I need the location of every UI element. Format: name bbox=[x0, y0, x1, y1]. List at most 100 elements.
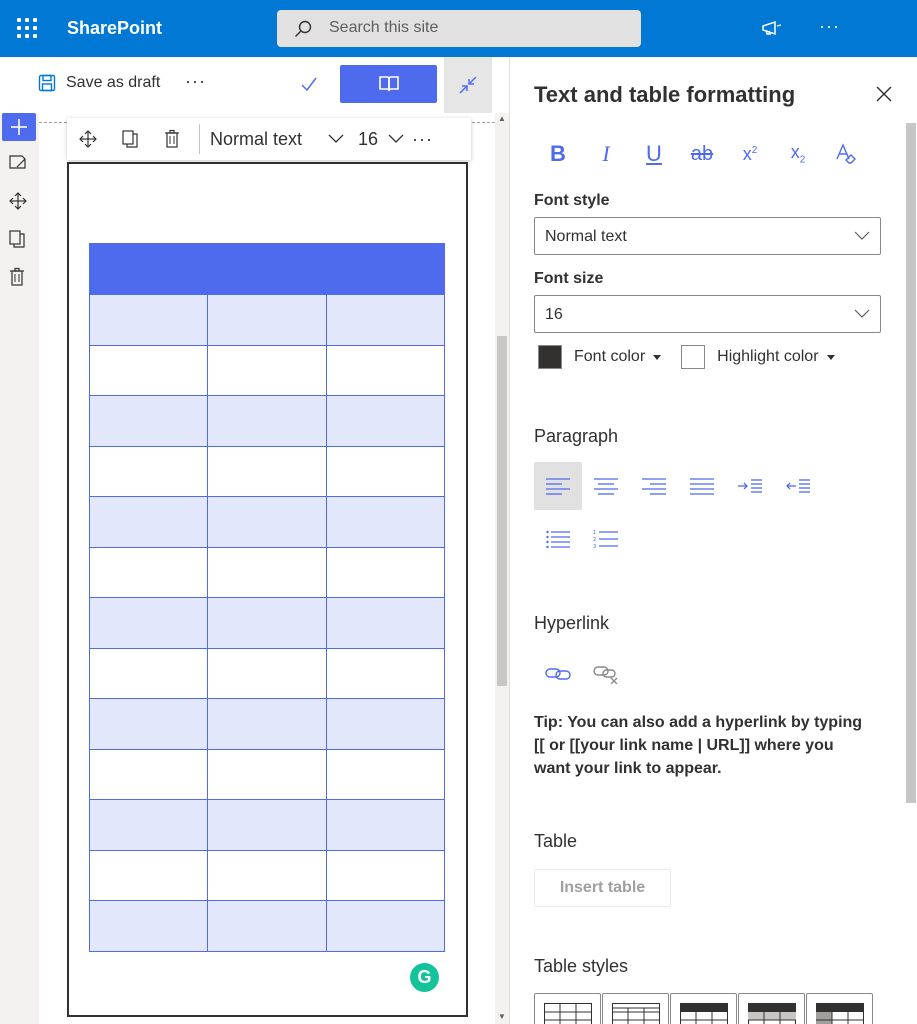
align-center-button[interactable] bbox=[582, 462, 630, 510]
table-cell[interactable] bbox=[88, 445, 209, 497]
duplicate-section-icon[interactable] bbox=[8, 229, 26, 249]
caret-down-icon[interactable] bbox=[826, 354, 835, 360]
table-cell[interactable] bbox=[325, 344, 446, 396]
underline-button[interactable]: U bbox=[630, 137, 678, 171]
table-style-simple[interactable] bbox=[534, 993, 601, 1024]
table-cell[interactable] bbox=[325, 647, 446, 699]
table-cell[interactable] bbox=[88, 900, 209, 952]
table-cell[interactable] bbox=[88, 597, 209, 649]
table-cell[interactable] bbox=[325, 698, 446, 750]
table-cell[interactable] bbox=[325, 445, 446, 497]
add-section-button[interactable] bbox=[2, 113, 36, 141]
scroll-up-arrow[interactable]: ▲ bbox=[498, 114, 506, 123]
command-more-button[interactable]: ··· bbox=[185, 71, 206, 92]
table-cell[interactable] bbox=[88, 395, 209, 447]
table-cell[interactable] bbox=[88, 496, 209, 548]
check-icon[interactable] bbox=[300, 75, 318, 93]
table-cell[interactable] bbox=[207, 445, 327, 497]
align-right-button[interactable] bbox=[630, 462, 678, 510]
search-box[interactable] bbox=[277, 10, 641, 47]
justify-button[interactable] bbox=[678, 462, 726, 510]
move-section-icon[interactable] bbox=[8, 191, 28, 211]
table-cell[interactable] bbox=[207, 344, 327, 396]
table-cell[interactable] bbox=[88, 698, 209, 750]
table-cell[interactable] bbox=[207, 799, 327, 851]
strikethrough-button[interactable]: ab bbox=[678, 137, 726, 171]
chevron-down-icon[interactable] bbox=[388, 134, 404, 144]
table-cell[interactable] bbox=[325, 546, 446, 598]
table-cell[interactable] bbox=[325, 799, 446, 851]
table-cell[interactable] bbox=[325, 597, 446, 649]
app-launcher-icon[interactable] bbox=[17, 18, 39, 40]
table-cell[interactable] bbox=[207, 597, 327, 649]
table-cell[interactable] bbox=[207, 395, 327, 447]
font-size-dropdown[interactable]: 16 bbox=[534, 295, 881, 333]
table-header-cell[interactable] bbox=[89, 243, 445, 295]
table-cell[interactable] bbox=[207, 900, 327, 952]
subscript-button[interactable]: x2 bbox=[774, 137, 822, 171]
chevron-down-icon[interactable] bbox=[328, 134, 344, 144]
table-style-column[interactable] bbox=[806, 993, 873, 1024]
font-color-button[interactable]: Font color bbox=[574, 348, 645, 366]
table-cell[interactable] bbox=[88, 294, 209, 346]
highlight-color-swatch[interactable] bbox=[681, 345, 706, 369]
italic-button[interactable]: I bbox=[582, 137, 630, 171]
collapse-button[interactable] bbox=[444, 57, 492, 113]
insert-link-button[interactable] bbox=[534, 650, 582, 698]
delete-section-icon[interactable] bbox=[8, 267, 26, 287]
table-cell[interactable] bbox=[325, 294, 446, 346]
toolbar-more-button[interactable]: ··· bbox=[412, 129, 433, 150]
table-cell[interactable] bbox=[88, 748, 209, 800]
font-style-select[interactable]: Normal text bbox=[210, 129, 328, 150]
pane-scroll-thumb[interactable] bbox=[906, 123, 916, 803]
duplicate-webpart-button[interactable] bbox=[109, 118, 151, 160]
save-as-draft-button[interactable]: Save as draft bbox=[38, 74, 160, 92]
superscript-button[interactable]: x2 bbox=[726, 137, 774, 171]
canvas-scroll-thumb[interactable] bbox=[497, 336, 507, 686]
table-cell[interactable] bbox=[207, 647, 327, 699]
move-webpart-button[interactable] bbox=[67, 118, 109, 160]
increase-indent-button[interactable] bbox=[726, 462, 774, 510]
table-cell[interactable] bbox=[88, 799, 209, 851]
highlight-color-button[interactable]: Highlight color bbox=[717, 348, 818, 366]
close-icon[interactable] bbox=[876, 86, 892, 102]
table-cell[interactable] bbox=[207, 748, 327, 800]
align-left-button[interactable] bbox=[534, 462, 582, 510]
app-name[interactable]: SharePoint bbox=[67, 18, 162, 39]
font-style-dropdown[interactable]: Normal text bbox=[534, 217, 881, 255]
numbered-list-button[interactable]: 123 bbox=[582, 515, 630, 563]
table-cell[interactable] bbox=[88, 849, 209, 901]
table-cell[interactable] bbox=[325, 849, 446, 901]
table-cell[interactable] bbox=[207, 546, 327, 598]
more-options-button[interactable]: ··· bbox=[819, 16, 840, 37]
font-size-select[interactable]: 16 bbox=[358, 129, 388, 150]
clear-formatting-button[interactable] bbox=[822, 137, 870, 171]
table-cell[interactable] bbox=[325, 395, 446, 447]
font-color-swatch[interactable] bbox=[538, 345, 562, 369]
edit-section-icon[interactable] bbox=[8, 154, 28, 172]
grammarly-icon[interactable]: G bbox=[410, 963, 439, 992]
table-cell[interactable] bbox=[325, 496, 446, 548]
preview-button[interactable] bbox=[340, 65, 437, 103]
megaphone-icon[interactable] bbox=[761, 19, 783, 37]
caret-down-icon[interactable] bbox=[653, 354, 662, 360]
table-cell[interactable] bbox=[325, 748, 446, 800]
table-style-header[interactable] bbox=[670, 993, 737, 1024]
remove-link-button[interactable] bbox=[582, 650, 630, 698]
delete-webpart-button[interactable] bbox=[151, 118, 193, 160]
insert-table-button[interactable]: Insert table bbox=[534, 869, 671, 907]
search-input[interactable] bbox=[329, 19, 619, 37]
content-table[interactable] bbox=[88, 243, 446, 952]
bold-button[interactable]: B bbox=[534, 137, 582, 171]
table-cell[interactable] bbox=[325, 900, 446, 952]
table-style-minimal[interactable] bbox=[602, 993, 669, 1024]
decrease-indent-button[interactable] bbox=[774, 462, 822, 510]
table-style-banded[interactable] bbox=[738, 993, 805, 1024]
table-cell[interactable] bbox=[88, 344, 209, 396]
bulleted-list-button[interactable] bbox=[534, 515, 582, 563]
table-cell[interactable] bbox=[88, 647, 209, 699]
table-cell[interactable] bbox=[88, 546, 209, 598]
table-cell[interactable] bbox=[207, 849, 327, 901]
table-cell[interactable] bbox=[207, 698, 327, 750]
table-cell[interactable] bbox=[207, 294, 327, 346]
